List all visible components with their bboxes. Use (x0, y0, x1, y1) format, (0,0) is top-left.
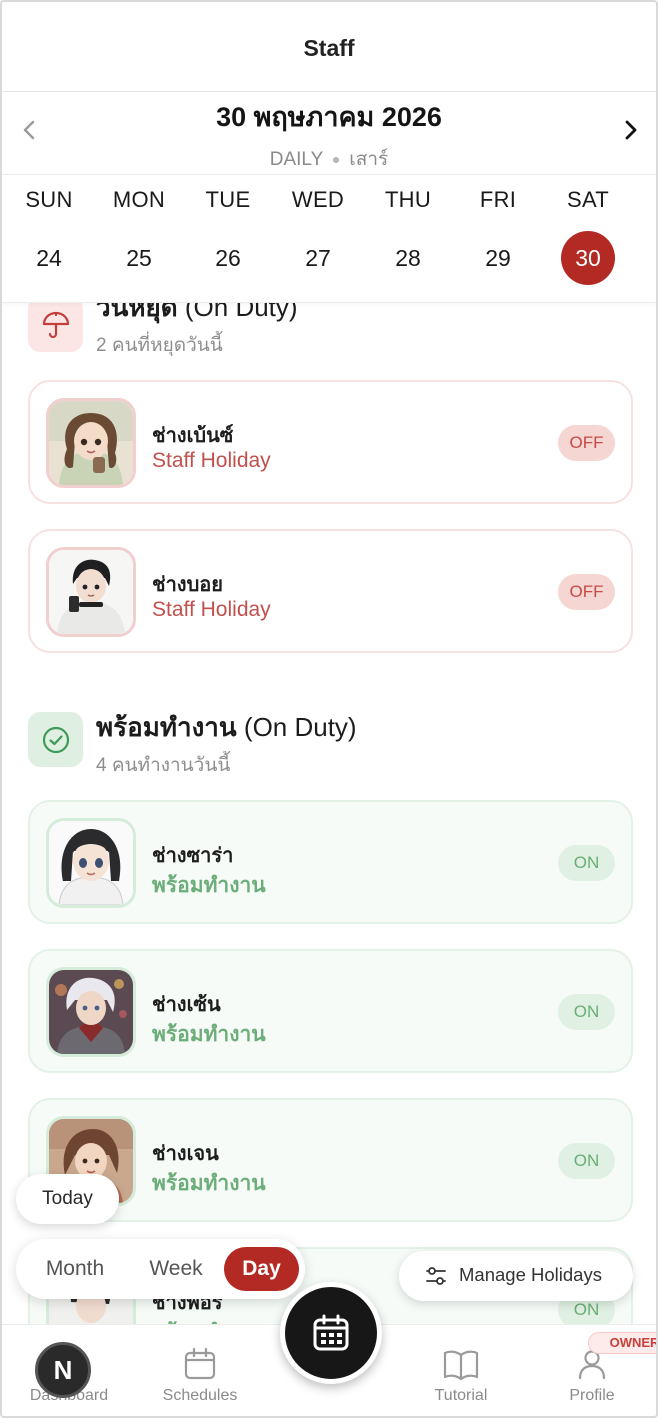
nav-profile-label: Profile (569, 1387, 615, 1404)
separator-dot (333, 156, 340, 163)
holiday-section-title: วันหยุด (On Duty) (96, 303, 298, 328)
staff-name: ช่างบอย (152, 574, 223, 596)
day-name: SAT (566, 187, 610, 212)
staff-card[interactable]: ช่างบอย Staff Holiday OFF (28, 529, 633, 653)
duty-section-icon (28, 712, 83, 767)
next-day-button[interactable] (616, 115, 646, 145)
sliders-icon (426, 1267, 446, 1285)
top-bar: Staff (2, 2, 656, 92)
day-number: 28 (395, 245, 421, 271)
staff-list[interactable]: วันหยุด (On Duty) 2 คนที่หยุดวันนี้ ช่าง… (2, 303, 656, 1325)
week-view-button[interactable]: Week (131, 1247, 221, 1291)
duty-title-th: พร้อมทำงาน (96, 712, 237, 742)
staff-card[interactable]: ช่างเบ้นซ์ Staff Holiday OFF (28, 380, 633, 504)
app-frame: Staff 30 พฤษภาคม 2026 DAILY เสาร์ SUN 24 M… (0, 0, 658, 1418)
staff-name: ช่างเบ้นซ์ (152, 425, 234, 447)
holiday-title-en: (On Duty) (184, 303, 298, 322)
month-view-button[interactable]: Month (30, 1247, 120, 1291)
day-view-button[interactable]: Day (224, 1247, 299, 1291)
day-name: FRI (479, 187, 517, 212)
view-mode-label: DAILY (269, 149, 324, 170)
staff-status: Staff Holiday (152, 449, 271, 472)
staff-card[interactable]: ช่างเจน พร้อมทำงาน ON (28, 1098, 633, 1222)
date-mode: DAILY เสาร์ (2, 144, 656, 174)
day-name: TUE (205, 187, 251, 212)
weekday-label: เสาร์ (349, 149, 389, 170)
date-navigator: 30 พฤษภาคม 2026 DAILY เสาร์ (2, 93, 656, 175)
nav-tutorial-label: Tutorial (434, 1387, 488, 1404)
day-number: 24 (36, 245, 62, 271)
nav-schedules[interactable]: Schedules (135, 1325, 265, 1416)
status-badge: OFF (558, 574, 615, 610)
chevron-right-icon (625, 120, 637, 140)
avatar (46, 818, 136, 908)
book-icon (443, 1350, 479, 1381)
staff-name: ช่างซาร่า (152, 845, 234, 867)
holiday-section-subtitle: 2 คนที่หยุดวันนี้ (96, 335, 223, 356)
duty-title-en: (On Duty) (243, 712, 357, 742)
day-number: 25 (126, 245, 152, 271)
duty-section-title: พร้อมทำงาน (On Duty) (96, 707, 357, 748)
check-circle-icon (42, 726, 69, 753)
calendar-grid-icon (313, 1314, 349, 1351)
day-name: SUN (25, 187, 73, 212)
week-strip: SUN 24 MON 25 TUE 26 WED 27 THU 28 FRI 29 SAT 3… (2, 175, 656, 303)
day-number: 26 (215, 245, 241, 271)
staff-card[interactable]: ช่างเซ้น พร้อมทำงาน ON (28, 949, 633, 1073)
view-switcher: Month Week Day (16, 1239, 305, 1299)
page-title: Staff (303, 35, 355, 61)
status-badge: ON (558, 994, 615, 1030)
day-number: 29 (485, 245, 511, 271)
day-name: MON (112, 187, 166, 212)
owner-badge: OWNER (588, 1332, 656, 1354)
day-name: THU (384, 187, 432, 212)
holiday-title-th: วันหยุด (96, 303, 178, 322)
nav-tutorial[interactable]: Tutorial (396, 1325, 526, 1416)
day-name: WED (291, 187, 345, 212)
app-logo[interactable]: N (35, 1342, 91, 1398)
status-badge: ON (558, 845, 615, 881)
staff-name: ช่างเจน (152, 1143, 219, 1165)
staff-status: พร้อมทำงาน (152, 1023, 266, 1046)
today-button[interactable]: Today (16, 1174, 119, 1224)
day-number: 27 (305, 245, 331, 271)
status-badge: OFF (558, 425, 615, 461)
calendar-fab-button[interactable] (280, 1282, 382, 1384)
day-number-selected: 30 (561, 231, 615, 285)
manage-holidays-button[interactable]: Manage Holidays (399, 1251, 633, 1301)
staff-name: ช่างเซ้น (152, 994, 221, 1016)
avatar (46, 547, 136, 637)
duty-section-subtitle: 4 คนทำงานวันนี้ (96, 755, 231, 776)
avatar (46, 967, 136, 1057)
manage-holidays-label: Manage Holidays (459, 1264, 602, 1285)
umbrella-icon (42, 311, 69, 338)
avatar (46, 398, 136, 488)
staff-status: Staff Holiday (152, 598, 271, 621)
holiday-section-icon (28, 303, 83, 352)
staff-card[interactable]: ช่างซาร่า พร้อมทำงาน ON (28, 800, 633, 924)
staff-status: พร้อมทำงาน (152, 874, 266, 897)
current-date: 30 พฤษภาคม 2026 (216, 102, 442, 132)
staff-status: พร้อมทำงาน (152, 1172, 266, 1195)
nav-schedules-label: Schedules (162, 1387, 238, 1404)
calendar-icon (184, 1347, 216, 1380)
status-badge: ON (558, 1143, 615, 1179)
